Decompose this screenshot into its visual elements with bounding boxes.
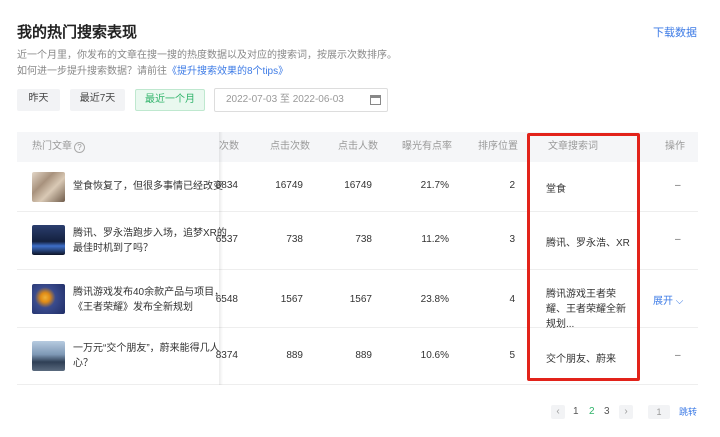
clicks-value: 1567	[280, 294, 303, 305]
prev-page-button[interactable]: ‹	[551, 405, 565, 419]
help-icon[interactable]: ?	[74, 142, 85, 153]
rank-value: 5	[509, 350, 515, 361]
ctr-value: 10.6%	[420, 350, 449, 361]
ctr-value: 23.8%	[420, 294, 449, 305]
date-range-picker[interactable]: 2022-07-03 至 2022-06-03	[214, 88, 388, 112]
col-clickers: 点击人数	[338, 141, 378, 152]
page-jump-input[interactable]	[648, 405, 670, 419]
col-ctr: 曝光有点率	[402, 141, 452, 152]
tips-link[interactable]: 《提升搜索效果的8个tips》	[167, 66, 288, 77]
action-placeholder: –	[675, 234, 681, 245]
rank-value: 2	[509, 180, 515, 191]
sticky-column-shadow	[219, 132, 223, 385]
col-article: 热门文章?	[32, 132, 85, 162]
tips-description: 如何进一步提升搜索数据？请前往《提升搜索效果的8个tips》	[17, 62, 288, 77]
article-thumbnail[interactable]	[32, 172, 65, 202]
article-thumbnail[interactable]	[32, 225, 65, 255]
expand-button[interactable]: 展开 ⌵	[653, 292, 683, 307]
download-data-link[interactable]: 下载数据	[653, 24, 697, 40]
page-title: 我的热门搜索表现	[17, 24, 138, 41]
filter-last-month-button[interactable]: 最近一个月	[135, 89, 205, 111]
jump-button[interactable]: 跳转	[679, 405, 697, 419]
clickers-value: 738	[355, 234, 372, 245]
page-description: 近一个月里，你发布的文章在搜一搜的热度数据以及对应的搜索词，按展示次数排序。	[17, 50, 397, 61]
clicks-value: 738	[286, 234, 303, 245]
ctr-value: 21.7%	[420, 180, 449, 191]
rank-value: 4	[509, 294, 515, 305]
page-2-button[interactable]: 2	[589, 405, 595, 419]
rank-value: 3	[509, 234, 515, 245]
tips-prefix: 如何进一步提升搜索数据？请前往	[17, 66, 167, 77]
article-thumbnail[interactable]	[32, 341, 65, 371]
filter-yesterday-button[interactable]: 昨天	[17, 89, 60, 111]
clicks-value: 889	[286, 350, 303, 361]
filter-last7days-button[interactable]: 最近7天	[70, 89, 125, 111]
next-page-button[interactable]: ›	[619, 405, 633, 419]
action-placeholder: –	[675, 180, 681, 191]
action-placeholder: –	[675, 350, 681, 361]
clicks-value: 16749	[275, 180, 303, 191]
clickers-value: 16749	[344, 180, 372, 191]
clickers-value: 1567	[349, 294, 372, 305]
date-range-text: 2022-07-03 至 2022-06-03	[226, 94, 344, 105]
clickers-value: 889	[355, 350, 372, 361]
page-1-button[interactable]: 1	[573, 405, 579, 419]
ctr-value: 11.2%	[421, 234, 449, 245]
calendar-icon[interactable]	[370, 95, 381, 105]
col-clicks: 点击次数	[270, 141, 310, 152]
article-thumbnail[interactable]	[32, 284, 65, 314]
col-actions: 操作	[665, 141, 685, 152]
keywords-highlight-box	[527, 133, 640, 381]
page-3-button[interactable]: 3	[604, 405, 610, 419]
col-rank: 排序位置	[478, 141, 518, 152]
